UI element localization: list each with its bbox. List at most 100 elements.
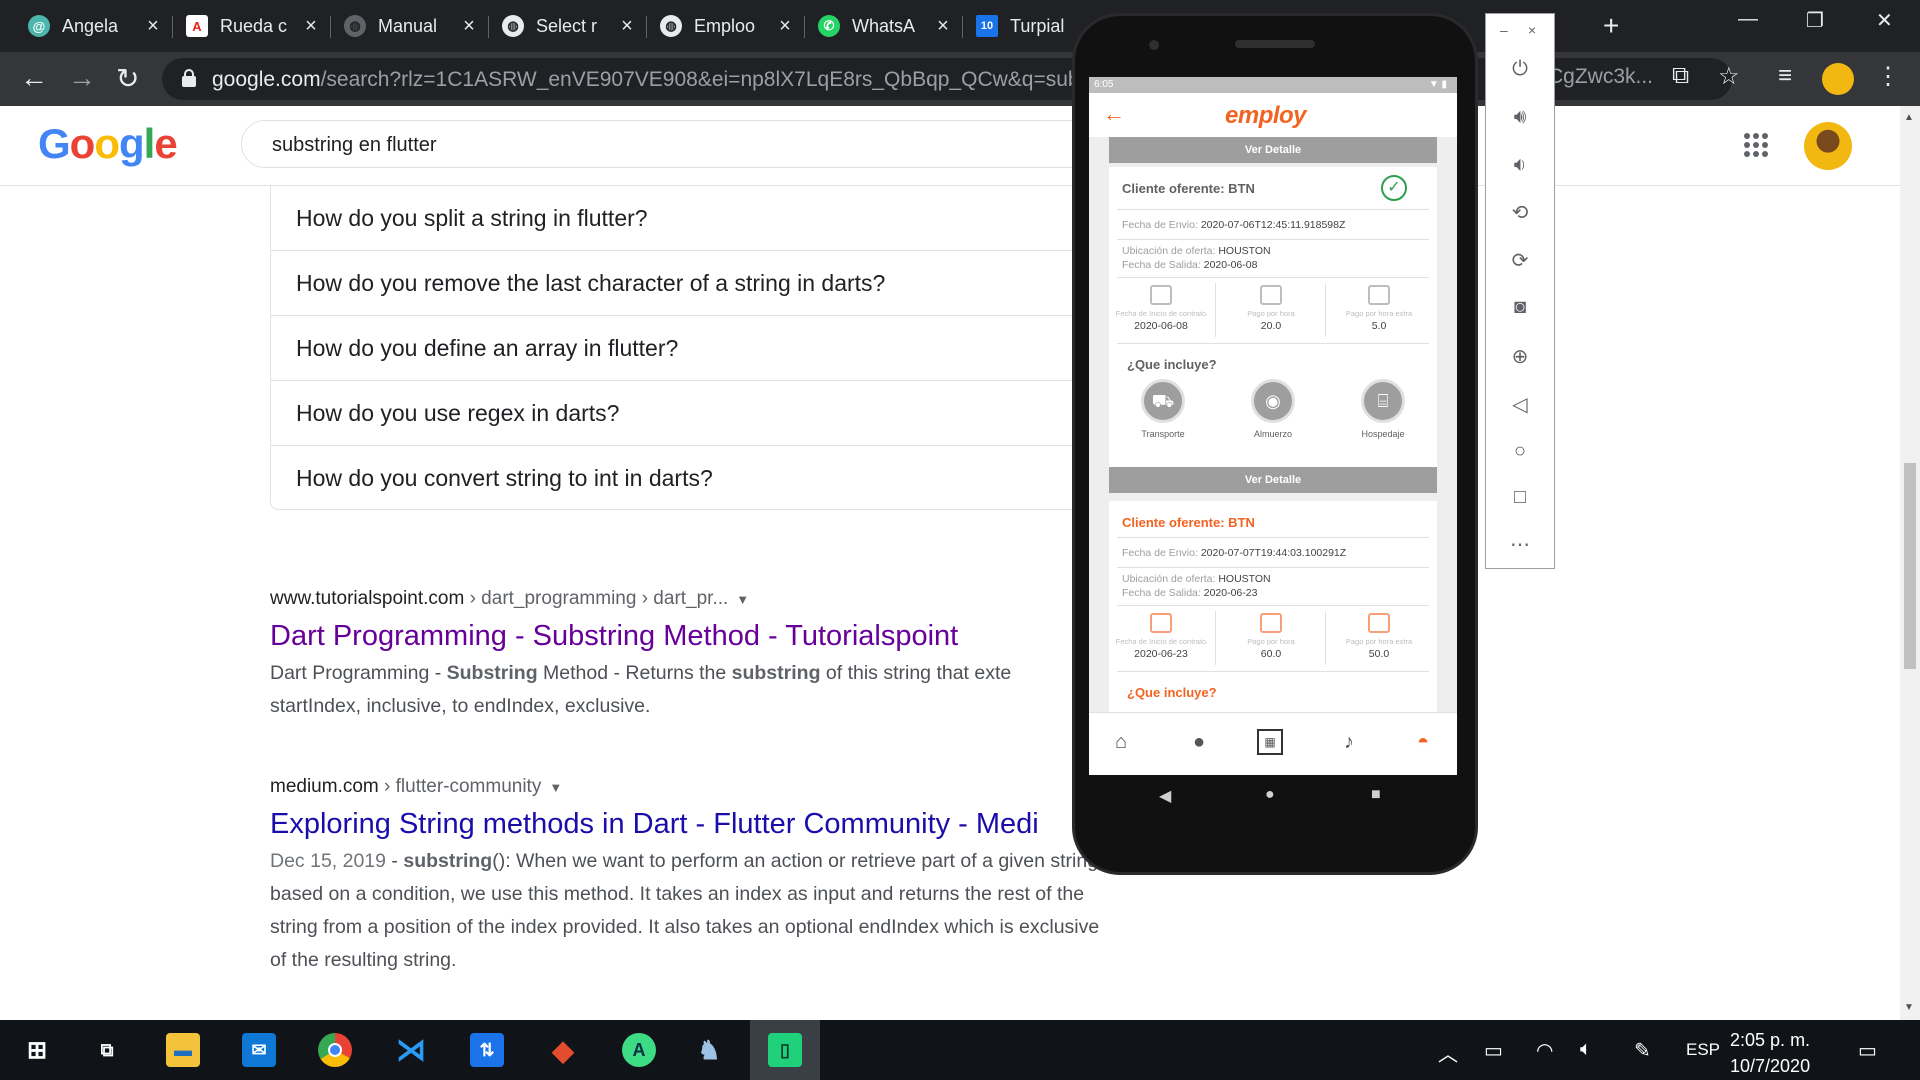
close-tab-icon[interactable]: × — [772, 15, 798, 38]
battery-icon[interactable]: ▭ — [1484, 1038, 1503, 1063]
volume-down-icon[interactable]: 🔉︎ — [1486, 154, 1554, 177]
hard-hat-icon[interactable]: ◓ — [1411, 731, 1435, 755]
minimize-icon[interactable]: – — [1500, 22, 1508, 38]
paa-question[interactable]: How do you use regex in darts? — [271, 381, 1171, 446]
chrome-icon — [318, 1033, 352, 1067]
volume-up-icon[interactable]: 🔊︎ — [1486, 106, 1554, 129]
android-recents-icon[interactable]: ■ — [1371, 786, 1381, 804]
back-icon[interactable]: ◁ — [1486, 392, 1554, 417]
wifi-battery-icons: ▼ ▮ — [1428, 79, 1447, 90]
tab-emploo[interactable]: ◍ Emploo × — [648, 8, 798, 44]
google-logo[interactable]: Google — [38, 120, 178, 168]
tab-select[interactable]: ◍ Select r × — [490, 8, 640, 44]
chat-icon[interactable]: ● — [1187, 731, 1211, 755]
bell-icon[interactable]: ♪ — [1337, 731, 1361, 755]
windows-taskbar: ⊞ ⧉ ▬ ✉ ⋊ ⇅ ◆ A ♞ ▯ ︿ ▭ ◠ 🔈︎ ✎ ESP 2:05 … — [0, 1020, 1920, 1080]
paa-question[interactable]: How do you split a string in flutter? — [271, 186, 1171, 251]
overview-icon[interactable]: □ — [1486, 486, 1554, 509]
paa-question[interactable]: How do you remove the last character of … — [271, 251, 1171, 316]
vscode-button[interactable]: ⋊ — [374, 1020, 448, 1080]
result-url[interactable]: www.tutorialspoint.com › dart_programmin… — [270, 588, 1170, 610]
paa-question[interactable]: How do you convert string to int in dart… — [271, 446, 1171, 511]
close-tab-icon[interactable]: × — [614, 15, 640, 38]
back-arrow-icon[interactable]: ← — [20, 62, 48, 94]
git-button[interactable]: ◆ — [526, 1020, 600, 1080]
scroll-down-icon[interactable]: ▼ — [1904, 1002, 1914, 1013]
close-tab-icon[interactable]: × — [298, 15, 324, 38]
offer-card[interactable]: Cliente oferente: BTN ✓ Fecha de Envio: … — [1109, 167, 1437, 467]
postgres-button[interactable]: ♞ — [672, 1020, 746, 1080]
scrollbar-thumb[interactable] — [1904, 463, 1916, 669]
close-window-icon[interactable]: ✕ — [1876, 8, 1893, 33]
ubicacion: Ubicación de oferta: HOUSTON — [1122, 245, 1271, 257]
home-icon[interactable]: ⌂ — [1109, 731, 1133, 755]
chrome-menu-icon[interactable]: ⋮ — [1876, 62, 1900, 91]
close-tab-icon[interactable]: × — [930, 15, 956, 38]
language-indicator[interactable]: ESP — [1686, 1040, 1720, 1060]
mail-button[interactable]: ✉ — [222, 1020, 296, 1080]
tab-rueda[interactable]: A Rueda c × — [174, 8, 324, 44]
chevron-up-icon[interactable]: ︿ — [1438, 1038, 1458, 1067]
page-scrollbar[interactable]: ▲ ▼ — [1900, 106, 1920, 1020]
rotate-right-icon[interactable]: ⟳ — [1486, 248, 1554, 273]
translate-icon[interactable]: ⧉ — [1672, 62, 1689, 90]
tab-whatsapp[interactable]: ✆ WhatsA × — [806, 8, 956, 44]
search-query: substring en flutter — [272, 134, 437, 156]
close-tab-icon[interactable]: × — [456, 15, 482, 38]
tab-angela[interactable]: @ Angela × — [16, 8, 166, 44]
tab-manual[interactable]: ◍ Manual × — [332, 8, 482, 44]
ver-detalle-button[interactable]: Ver Detalle — [1109, 467, 1437, 493]
power-icon[interactable]: ⏻ — [1486, 58, 1554, 81]
new-tab-button[interactable]: + — [1603, 10, 1619, 42]
zoom-icon[interactable]: ⊕ — [1486, 344, 1554, 369]
camera-icon[interactable]: ◙ — [1486, 296, 1554, 319]
more-icon[interactable]: ⋯ — [1486, 532, 1554, 557]
qr-code-icon[interactable]: ▦ — [1257, 729, 1283, 755]
notifications-icon[interactable]: ▭ — [1858, 1038, 1877, 1063]
android-back-icon[interactable]: ◀ — [1159, 786, 1171, 806]
result-url[interactable]: medium.com › flutter-community ▼ — [270, 776, 1170, 798]
restore-window-icon[interactable]: ❐ — [1806, 8, 1824, 33]
app-button[interactable]: ⇅ — [450, 1020, 524, 1080]
ver-detalle-button[interactable]: Ver Detalle — [1109, 137, 1437, 163]
check-icon: ✓ — [1381, 175, 1407, 201]
offers-feed[interactable]: Ver Detalle Cliente oferente: BTN ✓ Fech… — [1089, 137, 1457, 712]
home-icon[interactable]: ○ — [1486, 440, 1554, 463]
result-title[interactable]: Dart Programming - Substring Method - Tu… — [270, 620, 1170, 653]
scroll-up-icon[interactable]: ▲ — [1904, 112, 1914, 123]
file-explorer-button[interactable]: ▬ — [146, 1020, 220, 1080]
reload-icon[interactable]: ↻ — [116, 62, 139, 95]
profile-avatar[interactable] — [1822, 63, 1854, 95]
search-input[interactable]: substring en flutter — [241, 120, 1101, 168]
vscode-icon: ⋊ — [396, 1033, 426, 1067]
search-result: medium.com › flutter-community ▼ Explorin… — [270, 776, 1170, 977]
forward-arrow-icon[interactable]: → — [68, 62, 96, 94]
dropdown-arrow-icon[interactable]: ▼ — [549, 780, 562, 795]
google-account-avatar[interactable] — [1804, 122, 1852, 170]
pen-icon[interactable]: ✎ — [1634, 1038, 1651, 1063]
result-title[interactable]: Exploring String methods in Dart - Flutt… — [270, 808, 1170, 841]
dropdown-arrow-icon[interactable]: ▼ — [736, 592, 749, 607]
tab-turpial[interactable]: 10 Turpial — [964, 8, 1074, 44]
task-view-button[interactable]: ⧉ — [70, 1020, 144, 1080]
media-queue-icon[interactable]: ≡ — [1778, 62, 1792, 90]
minimize-window-icon[interactable]: — — [1738, 8, 1758, 31]
close-icon[interactable]: × — [1528, 22, 1536, 38]
volume-icon[interactable]: 🔈︎ — [1580, 1038, 1592, 1061]
emulator-button[interactable]: ▯ — [748, 1020, 822, 1080]
close-tab-icon[interactable]: × — [140, 15, 166, 38]
globe-icon: ◍ — [502, 15, 524, 37]
rotate-left-icon[interactable]: ⟲ — [1486, 200, 1554, 225]
android-studio-button[interactable]: A — [602, 1020, 676, 1080]
wifi-icon[interactable]: ◠ — [1536, 1038, 1553, 1063]
google-apps-icon[interactable] — [1744, 133, 1768, 157]
offer-card[interactable]: Cliente oferente: BTN Fecha de Envio: 20… — [1109, 501, 1437, 712]
back-arrow-icon[interactable]: ← — [1103, 101, 1125, 127]
start-button[interactable]: ⊞ — [0, 1020, 74, 1080]
stat-hourly-pay: Pago por hora 60.0 — [1223, 613, 1319, 660]
bookmark-star-icon[interactable]: ☆ — [1718, 62, 1740, 91]
clock[interactable]: 2:05 p. m. 10/7/2020 — [1730, 1027, 1810, 1079]
paa-question[interactable]: How do you define an array in flutter? — [271, 316, 1171, 381]
android-home-icon[interactable]: ● — [1265, 786, 1275, 804]
chrome-button[interactable] — [298, 1020, 372, 1080]
